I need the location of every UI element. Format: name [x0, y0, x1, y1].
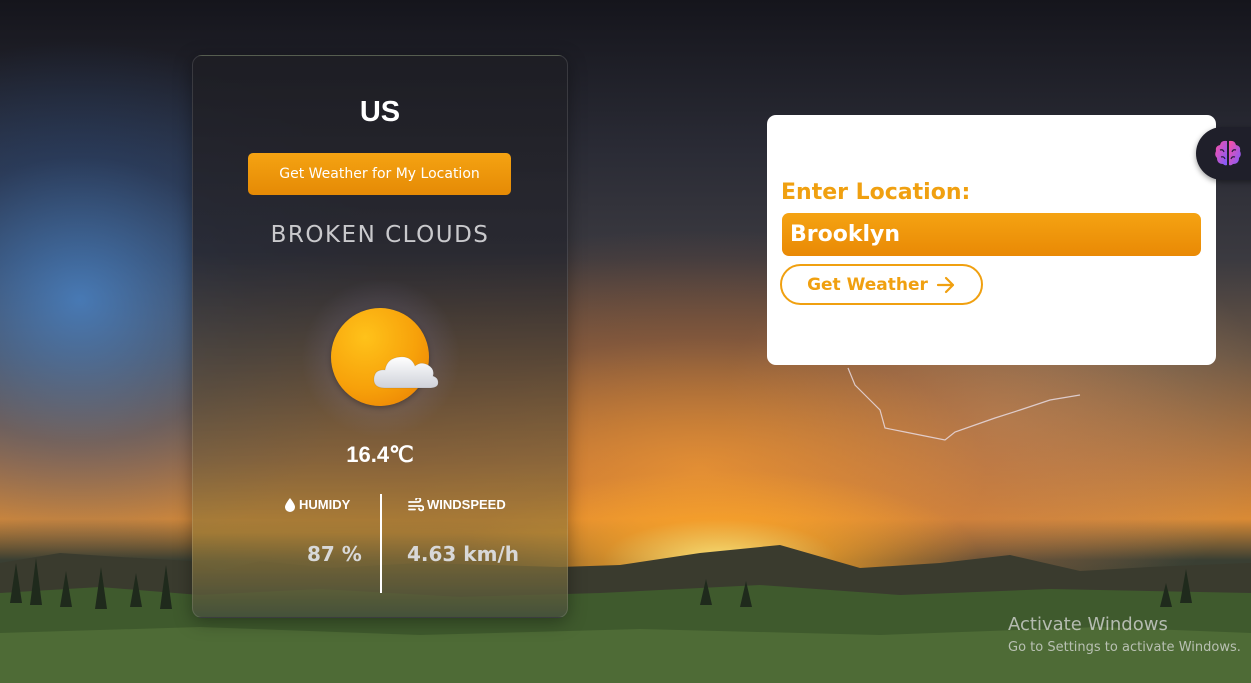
weather-card: US Get Weather for My Location BROKEN CL… [192, 55, 568, 618]
search-panel: Enter Location: Get Weather [767, 115, 1216, 365]
activate-windows-title: Activate Windows [1008, 614, 1168, 635]
sun-behind-cloud-icon [301, 278, 461, 438]
temperature-value: 16.4℃ [346, 442, 414, 467]
brain-icon [1215, 140, 1241, 166]
location-input-label: Enter Location: [781, 180, 971, 205]
windspeed-label: WINDSPEED [408, 497, 506, 512]
humidity-value: 87 % [307, 542, 362, 566]
stats-divider [380, 494, 382, 593]
wind-icon [408, 497, 424, 511]
get-weather-button-label: Get Weather [807, 274, 928, 295]
hills-silhouette [0, 545, 1251, 683]
water-drop-icon [285, 497, 295, 512]
weather-condition: BROKEN CLOUDS [270, 222, 490, 248]
arrow-right-icon [936, 276, 955, 293]
get-weather-button[interactable]: Get Weather [780, 264, 983, 305]
humidity-label: HUMIDY [284, 497, 350, 512]
location-input[interactable] [782, 213, 1201, 256]
my-location-button[interactable]: Get Weather for My Location [248, 153, 511, 195]
extension-tab[interactable] [1196, 127, 1251, 180]
humidity-label-text: HUMIDY [299, 497, 351, 512]
location-title: US [359, 96, 401, 128]
cloud-shape [373, 356, 439, 389]
windspeed-label-text: WINDSPEED [427, 497, 506, 512]
activate-windows-subtitle: Go to Settings to activate Windows. [1008, 640, 1241, 655]
windspeed-value: 4.63 km/h [407, 542, 519, 566]
